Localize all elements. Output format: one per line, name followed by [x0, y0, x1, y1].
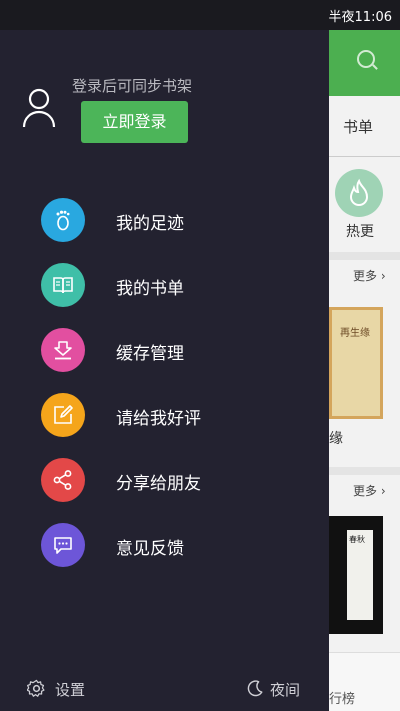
book-cover-text: 春秋	[349, 535, 365, 544]
background-app: 书单 热更 更多 › 再生缘 缘 更多 › 春秋 行榜	[329, 30, 400, 711]
book-title[interactable]: 缘	[329, 428, 343, 448]
search-icon[interactable]	[357, 50, 375, 68]
tab-booklist[interactable]: 书单	[343, 116, 373, 137]
book-icon	[41, 263, 85, 307]
footprint-icon	[41, 198, 85, 242]
menu-item-rate[interactable]: 请给我好评	[41, 393, 301, 439]
menu-item-label: 缓存管理	[116, 344, 184, 364]
menu-item-label: 分享给朋友	[116, 474, 201, 494]
settings-label: 设置	[55, 681, 86, 699]
download-icon	[41, 328, 85, 372]
menu-item-booklist[interactable]: 我的书单	[41, 263, 301, 309]
avatar-icon[interactable]	[22, 88, 56, 128]
menu-item-label: 我的足迹	[116, 214, 184, 234]
navigation-drawer: 登录后可同步书架 立即登录 我的足迹 我的书单 缓存管理 请给我好评 分享给朋友…	[0, 30, 329, 711]
bottom-nav: 行榜	[329, 652, 400, 711]
gear-icon	[27, 679, 45, 697]
share-icon	[41, 458, 85, 502]
book-cover-text: 再生缘	[340, 328, 370, 339]
status-bar: 半夜11:06	[0, 0, 400, 30]
menu-item-label: 请给我好评	[116, 409, 201, 429]
settings-button[interactable]: 设置	[27, 678, 107, 700]
fire-icon[interactable]	[335, 169, 383, 217]
menu-item-cache[interactable]: 缓存管理	[41, 328, 301, 374]
night-label: 夜间	[270, 681, 301, 699]
hot-label[interactable]: 热更	[346, 221, 374, 241]
feedback-icon	[41, 523, 85, 567]
background-header	[329, 30, 400, 96]
login-hint: 登录后可同步书架	[72, 77, 193, 95]
menu-item-label: 意见反馈	[116, 539, 184, 559]
menu-item-feedback[interactable]: 意见反馈	[41, 523, 301, 569]
menu-item-label: 我的书单	[116, 279, 184, 299]
book-label: 春秋	[347, 530, 373, 620]
moon-icon	[247, 680, 263, 697]
status-time: 半夜11:06	[328, 10, 392, 25]
tab-ranking[interactable]: 行榜	[329, 688, 355, 707]
tab-divider	[329, 156, 400, 157]
menu-item-footprints[interactable]: 我的足迹	[41, 198, 301, 244]
edit-icon	[41, 393, 85, 437]
section-divider	[329, 467, 400, 475]
more-link[interactable]: 更多 ›	[353, 267, 386, 284]
book-cover[interactable]: 再生缘	[329, 307, 383, 419]
login-button[interactable]: 立即登录	[81, 101, 188, 143]
night-mode-button[interactable]: 夜间	[246, 678, 316, 700]
more-link[interactable]: 更多 ›	[353, 482, 386, 499]
section-divider	[329, 252, 400, 260]
book-cover[interactable]: 春秋	[329, 516, 383, 634]
menu-item-share[interactable]: 分享给朋友	[41, 458, 301, 504]
